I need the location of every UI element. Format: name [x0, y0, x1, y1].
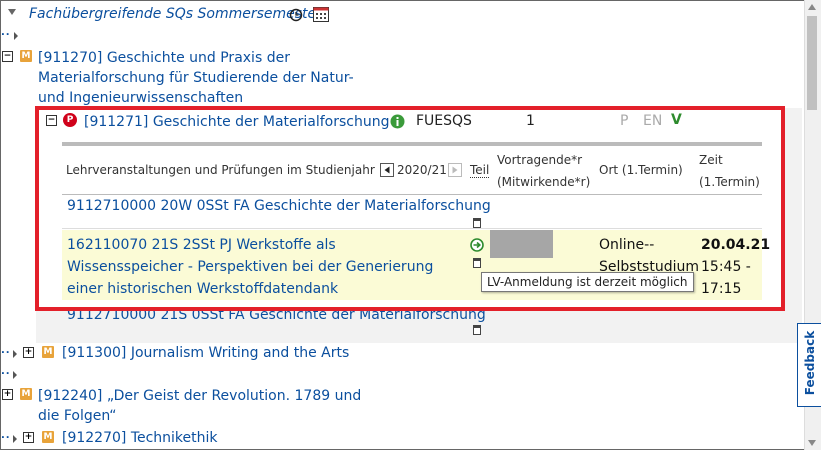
- tree-node-911271[interactable]: [911271] Geschichte der Materialforschun…: [84, 112, 389, 132]
- highlight-frame-bottom: [35, 307, 785, 311]
- tree-node-911300[interactable]: [911300] Journalism Writing and the Arts: [62, 343, 349, 363]
- p-badge-icon: P: [63, 113, 77, 127]
- expand-plus-icon[interactable]: +: [23, 432, 34, 443]
- module-m-icon: M: [20, 50, 32, 62]
- prev-year-arrow-icon[interactable]: [380, 163, 394, 177]
- tree-node-912240[interactable]: [912240] „Der Geist der Revolution. 1789…: [38, 386, 368, 426]
- feedback-tab[interactable]: Feedback: [797, 323, 821, 407]
- tree-dots: ..: [1, 27, 11, 38]
- clock-icon[interactable]: [289, 8, 303, 22]
- table-header-bottom-border: [62, 194, 762, 195]
- scrollbar-down-arrow[interactable]: [808, 440, 816, 446]
- tree-node-912270[interactable]: [912270] Technikethik: [62, 428, 218, 448]
- header-teil: Teil: [470, 163, 490, 178]
- tooltip: LV-Anmeldung ist derzeit möglich: [481, 272, 694, 292]
- course-count: 1: [526, 113, 535, 129]
- module-m-icon: M: [20, 388, 32, 400]
- green-info-icon[interactable]: [390, 114, 405, 129]
- next-year-arrow-icon[interactable]: [448, 163, 462, 177]
- expand-arrow-icon[interactable]: [13, 350, 17, 358]
- section-title[interactable]: Fachübergreifende SQs Sommersemester: [29, 6, 322, 22]
- tree-dots: ..: [1, 345, 11, 356]
- scrollbar-up-arrow[interactable]: [808, 4, 816, 10]
- table-row-link[interactable]: 9112710000 20W 0SSt FA Geschichte der Ma…: [67, 196, 491, 216]
- register-arrow-icon[interactable]: [470, 238, 484, 252]
- clipboard-icon[interactable]: [473, 258, 481, 268]
- header-course: Lehrveranstaltungen und Prüfungen im Stu…: [66, 163, 375, 177]
- collapse-minus-icon[interactable]: −: [2, 51, 13, 62]
- flag-v: V: [671, 112, 682, 128]
- header-zeit: Zeit (1.Termin): [699, 153, 760, 189]
- header-year: 2020/21: [397, 163, 447, 177]
- course-code: FUESQS: [416, 113, 472, 129]
- expand-arrow-icon[interactable]: [13, 435, 17, 443]
- module-m-icon: M: [42, 346, 54, 358]
- row-time: 15:45 - 17:15: [701, 259, 751, 297]
- row-separator: [62, 228, 762, 229]
- expand-arrow-icon[interactable]: [14, 32, 18, 40]
- expand-plus-icon[interactable]: +: [2, 389, 13, 400]
- header-ort: Ort (1.Termin): [599, 163, 683, 177]
- scrollbar-thumb[interactable]: [807, 16, 817, 110]
- clipboard-icon[interactable]: [473, 325, 481, 335]
- clipboard-icon[interactable]: [473, 218, 481, 228]
- module-m-icon: M: [42, 431, 54, 443]
- flag-p: P: [620, 113, 629, 129]
- tree-dots: ..: [1, 366, 11, 377]
- tree-node-911270[interactable]: [911270] Geschichte und Praxis der Mater…: [38, 48, 378, 108]
- row-date: 20.04.21: [701, 237, 771, 253]
- calendar-icon[interactable]: [313, 7, 329, 22]
- header-vortragende: Vortragende*r (Mitwirkende*r): [497, 153, 591, 189]
- redacted-lecturer: [490, 230, 553, 258]
- flag-en: EN: [643, 113, 663, 129]
- table-row-link[interactable]: 162110070 21S 2SSt PJ Werkstoffe als Wis…: [67, 234, 447, 300]
- collapse-triangle-icon[interactable]: [8, 9, 16, 15]
- tree-dots: ..: [1, 430, 11, 441]
- expand-plus-icon[interactable]: +: [23, 347, 34, 358]
- table-top-border: [62, 142, 762, 146]
- feedback-label: Feedback: [803, 330, 817, 396]
- collapse-minus-icon[interactable]: −: [46, 115, 57, 126]
- expand-arrow-icon[interactable]: [13, 371, 17, 379]
